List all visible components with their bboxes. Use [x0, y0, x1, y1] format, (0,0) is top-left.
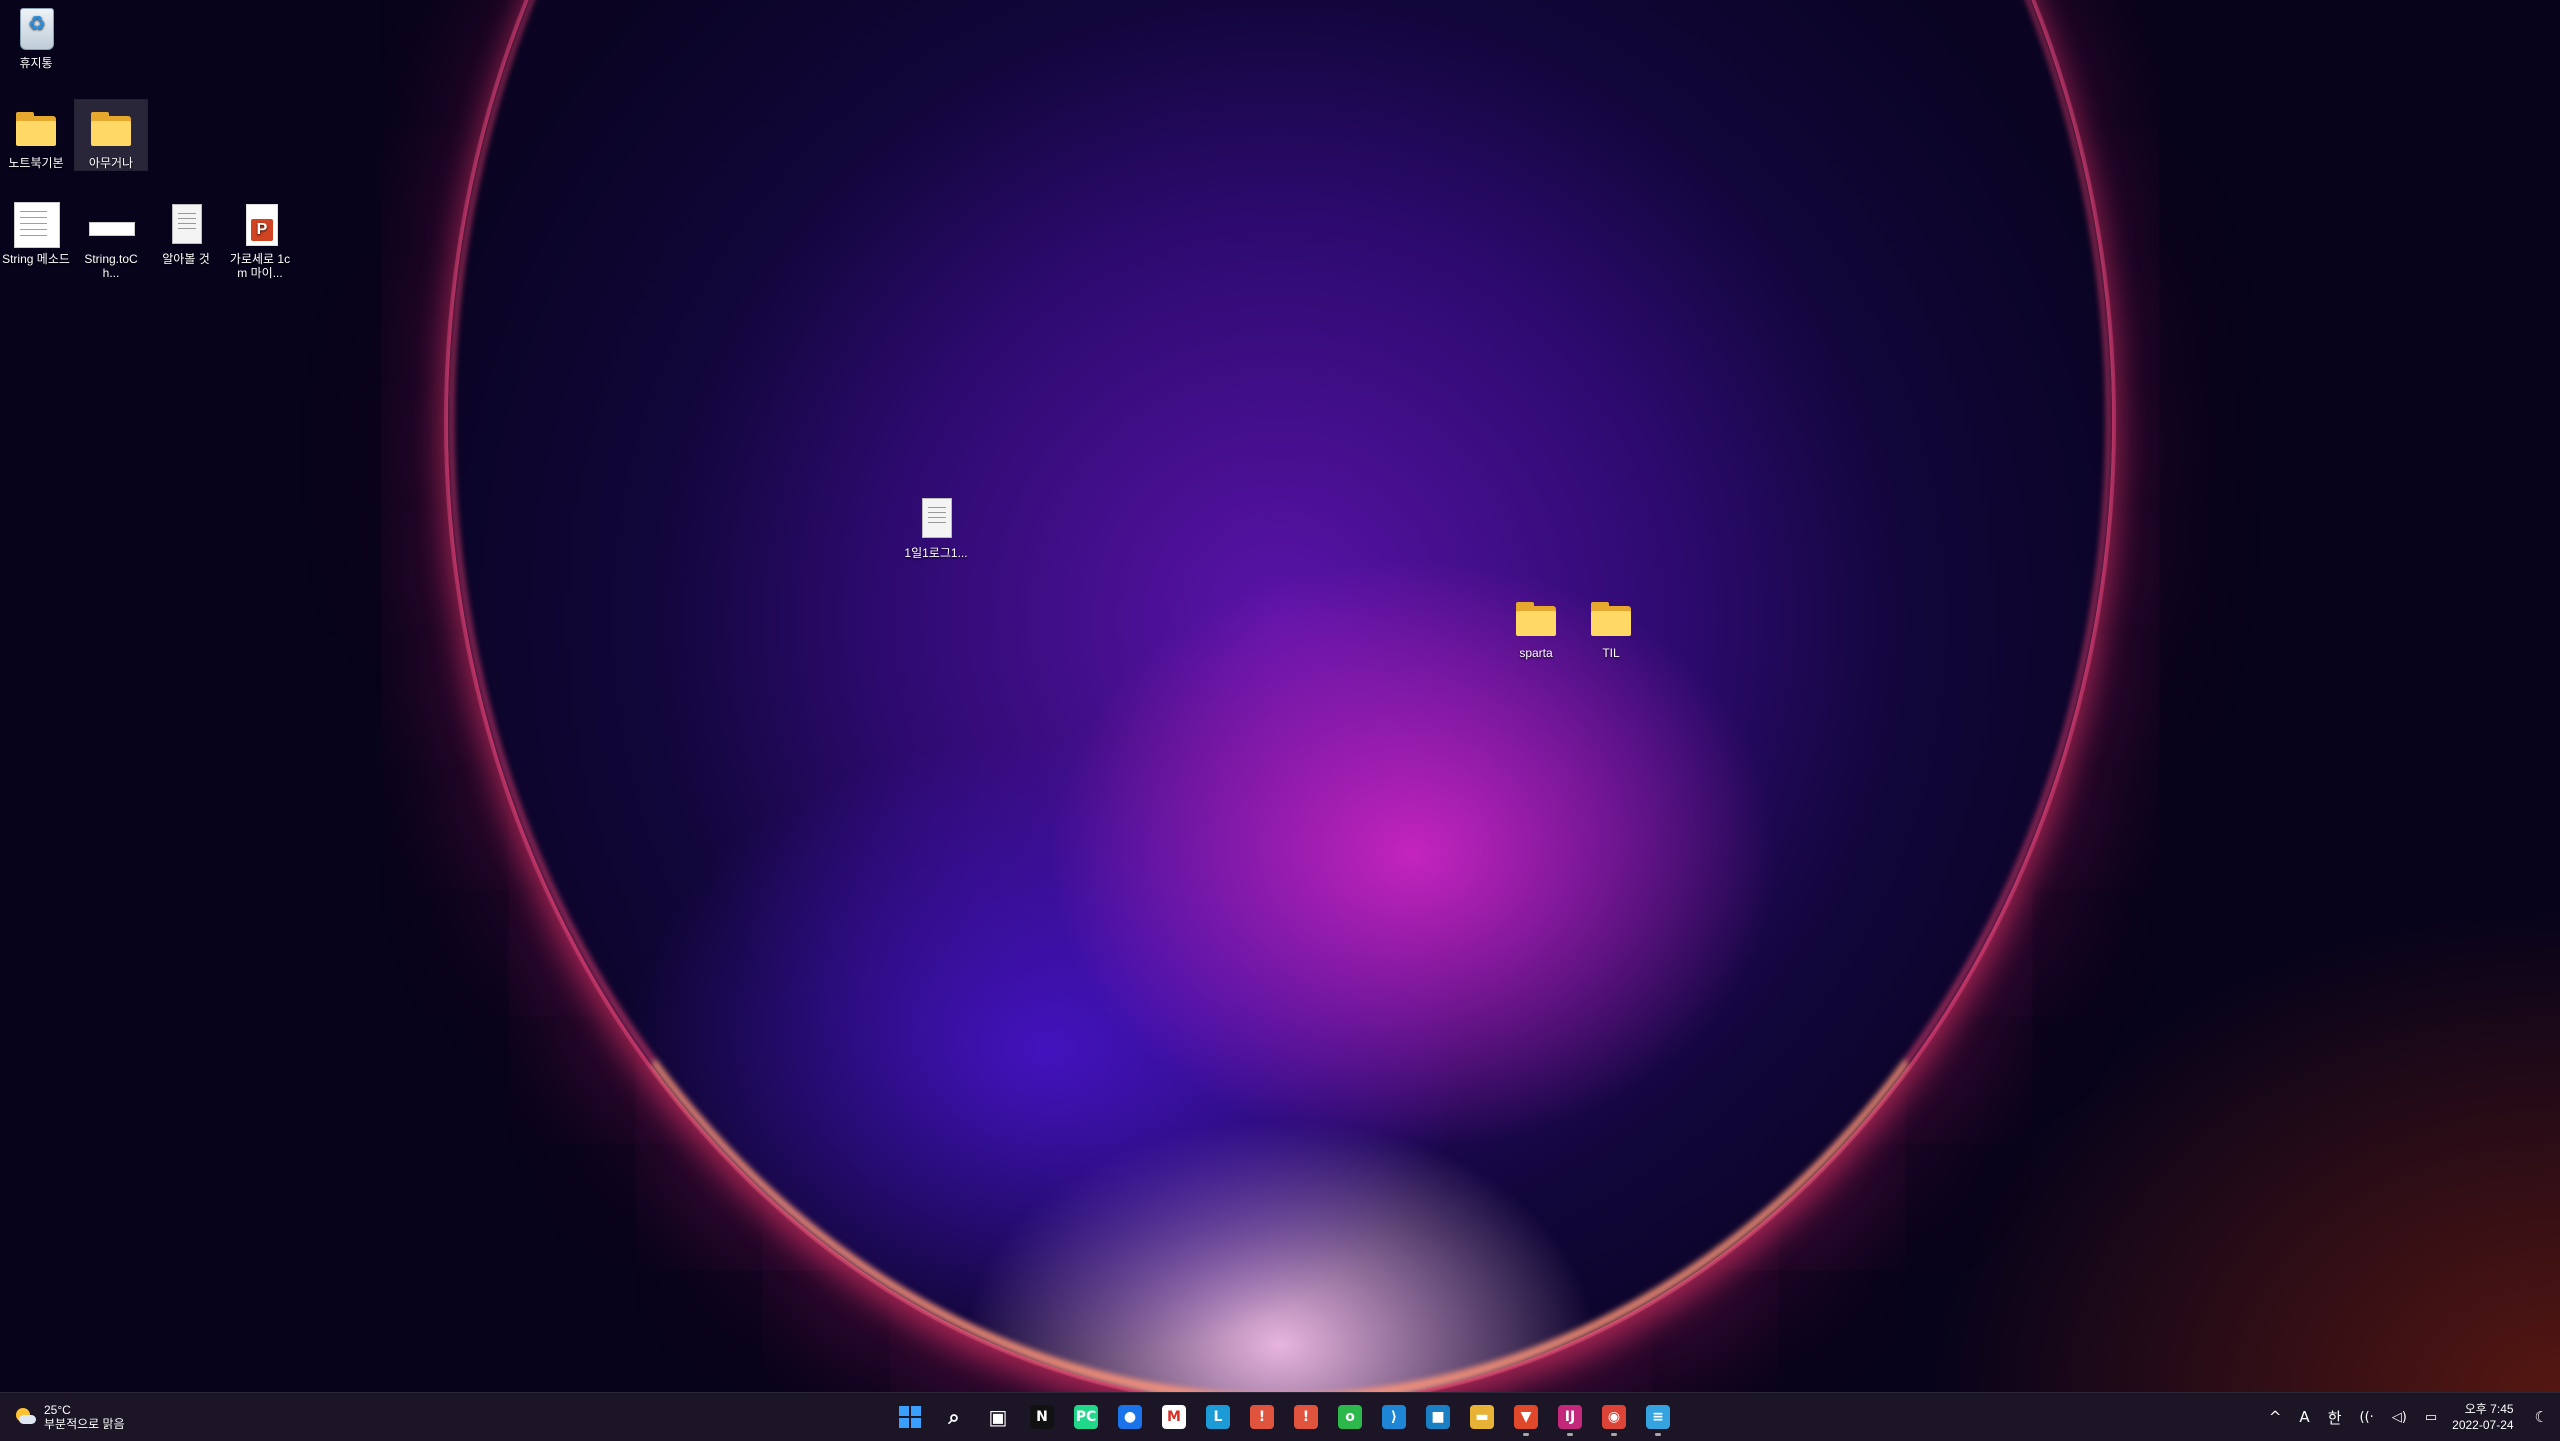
desktop-icon-anything-folder[interactable]: 아무거나 [74, 99, 148, 171]
desktop-icon-label: String.toCh... [84, 252, 138, 280]
weather-temperature: 25°C [44, 1403, 71, 1417]
volume-icon[interactable]: ◁) [2392, 1410, 2407, 1425]
taskbar-intellij-button[interactable]: IJ [1550, 1397, 1590, 1437]
ime-language-indicator[interactable]: 한 [2328, 1407, 2342, 1428]
taskbar-pycharm-button[interactable]: PC [1066, 1397, 1106, 1437]
gmail-icon: M [1162, 1405, 1186, 1429]
desktop-icon-sparta-folder[interactable]: sparta [1500, 590, 1572, 660]
lingo-icon: L [1206, 1405, 1230, 1429]
taskbar-task-view-button[interactable]: ▣ [978, 1397, 1018, 1437]
desktop-icon-label: 알아볼 것 [162, 252, 210, 266]
app-red-2-icon: ! [1294, 1405, 1318, 1429]
file-explorer-icon: ▬ [1470, 1405, 1494, 1429]
folder-icon [1587, 596, 1635, 644]
desktop-icon-til-folder[interactable]: TIL [1575, 590, 1647, 660]
taskbar-start-button[interactable] [890, 1397, 930, 1437]
desktop-icon-label: String 메소드 [2, 252, 70, 266]
desktop-icon-notebook-folder[interactable]: 노트북기본 [0, 100, 72, 170]
document-thumbnail-icon [12, 202, 60, 250]
desktop-icon-label: 1일1로그1... [904, 546, 968, 560]
partly-sunny-icon [14, 1406, 36, 1428]
weather-widget[interactable]: 25°C 부분적으로 맑음 [14, 1399, 125, 1435]
maps-icon: ● [1118, 1405, 1142, 1429]
desktop-icon-1il1log[interactable]: 1일1로그1... [900, 490, 972, 560]
intellij-icon: IJ [1558, 1405, 1582, 1429]
desktop-icon-string-methods[interactable]: String 메소드 [0, 196, 72, 266]
folder-icon [87, 106, 135, 154]
search-icon: ⌕ [948, 1405, 960, 1429]
desktop-icon-string-tochar[interactable]: String.toCh... [75, 196, 147, 280]
task-view-icon: ▣ [988, 1405, 1008, 1429]
chrome-icon: ◉ [1602, 1405, 1626, 1429]
recycle-bin-icon: ♻ [12, 6, 60, 54]
system-tray: ^ A 한 ((· ◁) ▭ 오후 7:45 2022-07-24 ☾ [2260, 1393, 2560, 1441]
desktop-icon-label: 휴지통 [19, 56, 53, 70]
taskbar-app-red-2-button[interactable]: ! [1286, 1397, 1326, 1437]
taskbar-netflix-button[interactable]: N [1022, 1397, 1062, 1437]
battery-icon[interactable]: ▭ [2425, 1410, 2437, 1425]
wifi-icon[interactable]: ((· [2360, 1410, 2374, 1425]
running-indicator [1567, 1433, 1573, 1436]
taskbar-search-button[interactable]: ⌕ [934, 1397, 974, 1437]
folder-icon [1512, 596, 1560, 644]
notepad-icon: ≡ [1646, 1405, 1670, 1429]
desktop-icon-recycle-bin[interactable]: ♻ 휴지통 [0, 0, 72, 70]
image-thumbnail-icon [87, 202, 135, 250]
desktop-wallpaper [0, 0, 2560, 1392]
taskbar-app-red-1-button[interactable]: ! [1242, 1397, 1282, 1437]
netflix-icon: N [1030, 1405, 1054, 1429]
taskbar-lingo-button[interactable]: L [1198, 1397, 1238, 1437]
running-indicator [1523, 1433, 1529, 1436]
text-file-icon [912, 496, 960, 544]
powerpoint-icon: P [236, 202, 284, 250]
running-indicator [1655, 1433, 1661, 1436]
show-hidden-icons-chevron-icon[interactable]: ^ [2269, 1408, 2282, 1426]
desktop-icon-label: TIL [1602, 646, 1620, 660]
taskbar-gmail-button[interactable]: M [1154, 1397, 1194, 1437]
taskbar-green-app-button[interactable]: o [1330, 1397, 1370, 1437]
desktop-icon-powerpoint[interactable]: P 가로세로 1cm 마이... [224, 196, 296, 280]
taskbar-notepad-button[interactable]: ≡ [1638, 1397, 1678, 1437]
desktop-icon-label: sparta [1519, 646, 1553, 660]
taskbar-file-explorer-button[interactable]: ▬ [1462, 1397, 1502, 1437]
taskbar-maps-button[interactable]: ● [1110, 1397, 1150, 1437]
folder-icon [12, 106, 60, 154]
brave-icon: ▼ [1514, 1405, 1538, 1429]
clock[interactable]: 오후 7:45 2022-07-24 [2452, 1401, 2513, 1433]
desktop-icon-to-check[interactable]: 알아볼 것 [150, 196, 222, 266]
taskbar-app-icons: ⌕ ▣ N PC ● M L!! o ⟩ ■ ▬ ▼ IJ ◉ ≡ [888, 1397, 1680, 1437]
desktop-icon-label: 가로세로 1cm 마이... [229, 252, 291, 280]
text-file-icon [162, 202, 210, 250]
taskbar-chrome-button[interactable]: ◉ [1594, 1397, 1634, 1437]
clock-time: 오후 7:45 [2464, 1402, 2514, 1416]
desktop-icon-label: 아무거나 [88, 156, 134, 170]
clock-date: 2022-07-24 [2452, 1418, 2514, 1432]
wallpaper-orb-rim [448, 0, 2112, 1392]
pycharm-icon: PC [1074, 1405, 1098, 1429]
app-red-1-icon: ! [1250, 1405, 1274, 1429]
taskbar: 25°C 부분적으로 맑음 ⌕ ▣ N PC ● M L!! o ⟩ ■ ▬ ▼ IJ ◉ ≡ ^ A 한 … [0, 1392, 2560, 1441]
store-icon: ■ [1426, 1405, 1450, 1429]
running-indicator [1611, 1433, 1617, 1436]
notifications-icon[interactable]: ☾ [2535, 1408, 2548, 1426]
taskbar-vscode-button[interactable]: ⟩ [1374, 1397, 1414, 1437]
weather-description: 부분적으로 맑음 [44, 1417, 125, 1431]
desktop-icon-label: 노트북기본 [8, 156, 64, 170]
green-app-icon: o [1338, 1405, 1362, 1429]
start-icon [898, 1405, 922, 1429]
taskbar-store-button[interactable]: ■ [1418, 1397, 1458, 1437]
taskbar-brave-button[interactable]: ▼ [1506, 1397, 1546, 1437]
vscode-icon: ⟩ [1382, 1405, 1406, 1429]
ime-mode-indicator[interactable]: A [2299, 1408, 2309, 1426]
